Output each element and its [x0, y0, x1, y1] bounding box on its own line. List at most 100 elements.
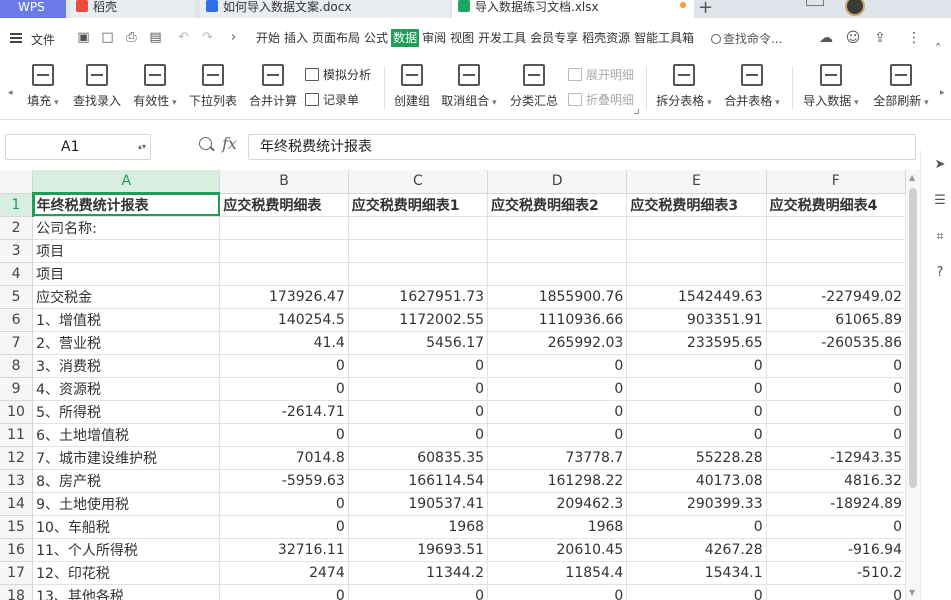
- cell-f14[interactable]: -18924.89: [766, 492, 906, 516]
- refresh-all-button[interactable]: 全部刷新: [870, 61, 932, 109]
- cell-f3[interactable]: [766, 239, 906, 263]
- print-preview-icon[interactable]: ▤: [148, 30, 163, 45]
- cell-e7[interactable]: 233595.65: [626, 331, 767, 355]
- cell-d13[interactable]: 161298.22: [487, 469, 628, 493]
- row-header[interactable]: 6: [0, 308, 34, 332]
- cell-d16[interactable]: 20610.45: [487, 538, 628, 562]
- row-header[interactable]: 14: [0, 492, 34, 516]
- cell-b6[interactable]: 140254.5: [219, 308, 349, 332]
- scrollbar-thumb[interactable]: [909, 188, 917, 488]
- cell-d17[interactable]: 11854.4: [487, 561, 628, 585]
- cell-f10[interactable]: 0: [766, 400, 906, 424]
- menu-tab-view[interactable]: 视图: [449, 29, 475, 47]
- cell-e5[interactable]: 1542449.63: [626, 285, 767, 309]
- menu-file[interactable]: 文件: [31, 31, 55, 48]
- cell-f4[interactable]: [766, 262, 906, 286]
- cell-b14[interactable]: 0: [219, 492, 349, 516]
- cell-d5[interactable]: 1855900.76: [487, 285, 628, 309]
- row-header[interactable]: 5: [0, 285, 34, 309]
- cell-d14[interactable]: 209462.3: [487, 492, 628, 516]
- cell-d8[interactable]: 0: [487, 354, 628, 378]
- cell-f18[interactable]: 0: [766, 584, 906, 600]
- menu-tab-formula[interactable]: 公式: [363, 29, 389, 47]
- row-header[interactable]: 11: [0, 423, 34, 447]
- cell-b5[interactable]: 173926.47: [219, 285, 349, 309]
- cell-b4[interactable]: [219, 262, 349, 286]
- cell-a12[interactable]: 7、城市建设维护税: [32, 446, 221, 470]
- cell-a9[interactable]: 4、资源税: [32, 377, 221, 401]
- hamburger-menu-icon[interactable]: [10, 33, 22, 43]
- simulate-analysis-button[interactable]: 模拟分析: [305, 66, 371, 83]
- vertical-scrollbar[interactable]: ▲ ▼: [906, 170, 920, 600]
- cell-c12[interactable]: 60835.35: [348, 446, 489, 470]
- cell-f13[interactable]: 4816.32: [766, 469, 906, 493]
- menu-tab-smart-toolbox[interactable]: 智能工具箱: [633, 29, 695, 47]
- menu-tab-member[interactable]: 会员专享: [529, 29, 579, 47]
- property-sliders-icon[interactable]: ☰: [933, 194, 947, 208]
- menu-tab-daoke-resources[interactable]: 稻壳资源: [581, 29, 631, 47]
- row-header[interactable]: 1: [0, 193, 34, 217]
- cell-d15[interactable]: 1968: [487, 515, 628, 539]
- window-mode-icon[interactable]: [806, 0, 824, 6]
- column-header-c[interactable]: C: [348, 170, 489, 194]
- cell-b12[interactable]: 7014.8: [219, 446, 349, 470]
- select-pointer-icon[interactable]: ➤: [933, 158, 947, 172]
- cell-b1[interactable]: 应交税费明细表: [219, 193, 349, 217]
- cell-d18[interactable]: 0: [487, 584, 628, 600]
- cell-f6[interactable]: 61065.89: [766, 308, 906, 332]
- row-header[interactable]: 8: [0, 354, 34, 378]
- cell-e12[interactable]: 55228.28: [626, 446, 767, 470]
- cell-b2[interactable]: [219, 216, 349, 240]
- column-header-d[interactable]: D: [487, 170, 628, 194]
- save-icon[interactable]: ▣: [76, 30, 91, 45]
- cell-c4[interactable]: [348, 262, 489, 286]
- cell-a2[interactable]: 公司名称:: [32, 216, 221, 240]
- group-settings-corner-icon[interactable]: [634, 109, 639, 114]
- cell-a16[interactable]: 11、个人所得税: [32, 538, 221, 562]
- split-table-button[interactable]: 拆分表格: [654, 61, 714, 109]
- menu-tab-developer[interactable]: 开发工具: [477, 29, 527, 47]
- cell-d11[interactable]: 0: [487, 423, 628, 447]
- command-search[interactable]: 查找命令...: [711, 30, 782, 47]
- cell-c17[interactable]: 11344.2: [348, 561, 489, 585]
- fill-button[interactable]: 填充: [24, 61, 62, 109]
- column-header-f[interactable]: F: [766, 170, 906, 194]
- cell-f8[interactable]: 0: [766, 354, 906, 378]
- cell-c2[interactable]: [348, 216, 489, 240]
- row-header[interactable]: 10: [0, 400, 34, 424]
- cell-a5[interactable]: 应交税金: [32, 285, 221, 309]
- merge-table-button[interactable]: 合并表格: [722, 61, 782, 109]
- cell-c1[interactable]: 应交税费明细表1: [348, 193, 489, 217]
- cell-d12[interactable]: 73778.7: [487, 446, 628, 470]
- ribbon-scroll-right-icon[interactable]: ▸: [940, 88, 945, 98]
- row-header[interactable]: 12: [0, 446, 34, 470]
- cell-e8[interactable]: 0: [626, 354, 767, 378]
- cell-e14[interactable]: 290399.33: [626, 492, 767, 516]
- cell-e13[interactable]: 40173.08: [626, 469, 767, 493]
- collapse-ribbon-icon[interactable]: ‸: [930, 30, 946, 46]
- cell-e17[interactable]: 15434.1: [626, 561, 767, 585]
- cell-b8[interactable]: 0: [219, 354, 349, 378]
- cell-b16[interactable]: 32716.11: [219, 538, 349, 562]
- cell-a14[interactable]: 9、土地使用税: [32, 492, 221, 516]
- validity-button[interactable]: 有效性: [130, 61, 180, 109]
- consolidate-button[interactable]: 合并计算: [246, 61, 300, 109]
- cell-f5[interactable]: -227949.02: [766, 285, 906, 309]
- row-header[interactable]: 7: [0, 331, 34, 355]
- cell-a6[interactable]: 1、增值税: [32, 308, 221, 332]
- new-tab-plus-icon[interactable]: +: [698, 0, 713, 18]
- cell-b10[interactable]: -2614.71: [219, 400, 349, 424]
- user-avatar[interactable]: [845, 0, 865, 16]
- menu-tab-start[interactable]: 开始: [255, 29, 281, 47]
- cell-c13[interactable]: 166114.54: [348, 469, 489, 493]
- select-all-corner[interactable]: [0, 170, 34, 194]
- insert-function-fx-icon[interactable]: fx: [222, 134, 237, 153]
- zoom-lookup-icon[interactable]: [199, 137, 212, 150]
- scroll-down-arrow-icon[interactable]: ▼: [909, 588, 915, 597]
- cell-c16[interactable]: 19693.51: [348, 538, 489, 562]
- collapse-detail-button[interactable]: 折叠明细: [568, 91, 634, 108]
- cell-e3[interactable]: [626, 239, 767, 263]
- cell-e6[interactable]: 903351.91: [626, 308, 767, 332]
- row-header[interactable]: 16: [0, 538, 34, 562]
- cell-d2[interactable]: [487, 216, 628, 240]
